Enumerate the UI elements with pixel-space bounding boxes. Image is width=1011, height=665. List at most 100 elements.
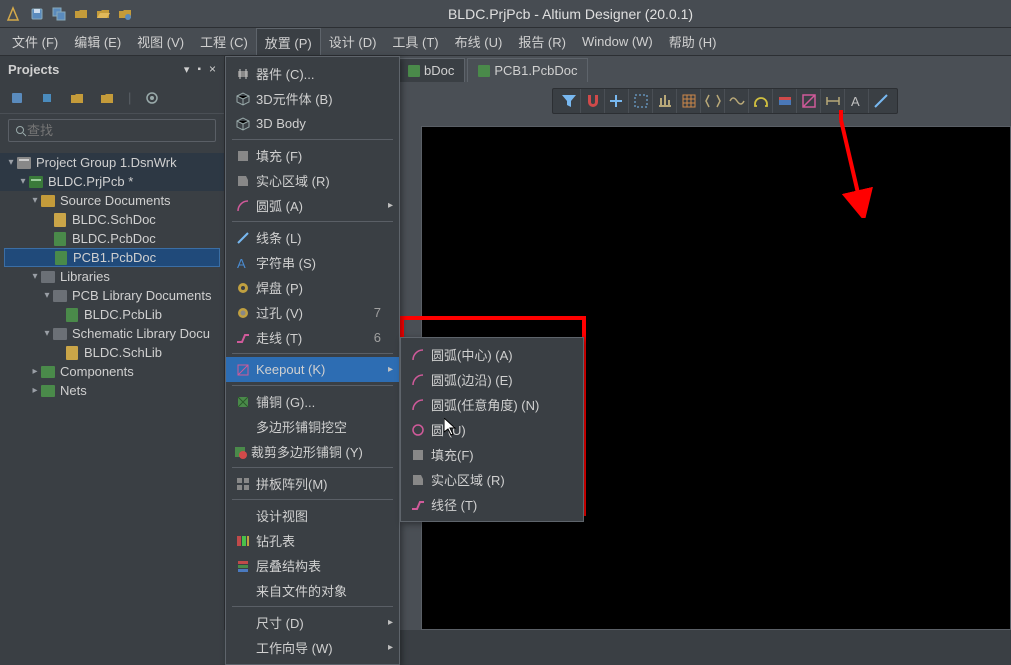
folder1-icon[interactable] <box>68 89 86 107</box>
menu-item[interactable]: 工程 (C) <box>192 28 256 55</box>
menu-item[interactable]: 填充 (F) <box>226 143 399 168</box>
arc-icon <box>407 397 429 413</box>
select-tool-icon[interactable] <box>629 89 653 113</box>
submenu-item[interactable]: 填充(F) <box>401 442 583 467</box>
fill-icon <box>407 447 429 463</box>
menu-item[interactable]: 焊盘 (P) <box>226 275 399 300</box>
tree-row[interactable]: ▾Libraries <box>0 267 224 286</box>
tree-row[interactable]: ▸Nets <box>0 381 224 400</box>
tree-row[interactable]: BLDC.SchDoc <box>0 210 224 229</box>
grid-tool-icon[interactable] <box>677 89 701 113</box>
submenu-item[interactable]: 圆弧(中心) (A) <box>401 342 583 367</box>
tree-row[interactable]: ▾Schematic Library Docu <box>0 324 224 343</box>
tree-row[interactable]: BLDC.SchLib <box>0 343 224 362</box>
menu-item[interactable]: Keepout (K)▸ <box>226 357 399 382</box>
dim-tool-icon[interactable] <box>821 89 845 113</box>
submenu-item[interactable]: 实心区域 (R) <box>401 467 583 492</box>
poly-icon <box>232 394 254 410</box>
pcb-doc-icon <box>408 65 420 77</box>
document-tab[interactable]: bDoc <box>397 58 465 82</box>
menu-item[interactable]: 铺铜 (G)... <box>226 389 399 414</box>
line-icon <box>232 230 254 246</box>
menu-item[interactable]: 来自文件的对象 <box>226 578 399 603</box>
panel-close-icon[interactable]: × <box>209 62 216 76</box>
menu-item[interactable]: 视图 (V) <box>129 28 192 55</box>
pad-icon <box>232 280 254 296</box>
tree-label: Schematic Library Docu <box>72 326 210 341</box>
open-doc-icon[interactable] <box>116 5 134 23</box>
submenu-item[interactable]: 圆 (U) <box>401 417 583 442</box>
fill-icon <box>232 148 254 164</box>
save-all-icon[interactable] <box>50 5 68 23</box>
panel-title: Projects <box>8 62 59 77</box>
line-tool-icon[interactable] <box>869 89 893 113</box>
menu-item[interactable]: 帮助 (H) <box>661 28 725 55</box>
menu-item[interactable]: 文件 (F) <box>4 28 66 55</box>
submenu-item[interactable]: 圆弧(任意角度) (N) <box>401 392 583 417</box>
filter-tool-icon[interactable] <box>557 89 581 113</box>
tree-label: BLDC.SchDoc <box>72 212 156 227</box>
keepout-tool-icon[interactable] <box>797 89 821 113</box>
magnet-tool-icon[interactable] <box>581 89 605 113</box>
menu-item[interactable]: Window (W) <box>574 28 661 55</box>
tree-row[interactable]: ▾Source Documents <box>0 191 224 210</box>
menu-item[interactable]: 放置 (P) <box>256 28 321 55</box>
menu-item[interactable]: 3D元件体 (B) <box>226 86 399 111</box>
tree-label: PCB1.PcbDoc <box>73 250 156 265</box>
document-tab[interactable]: PCB1.PcbDoc <box>467 58 588 82</box>
tree-row[interactable]: ▾Project Group 1.DsnWrk <box>0 153 224 172</box>
menu-item[interactable]: 实心区域 (R) <box>226 168 399 193</box>
tree-row[interactable]: ▸Components <box>0 362 224 381</box>
menu-item[interactable]: 拼板阵列(M) <box>226 471 399 496</box>
menu-item[interactable]: 过孔 (V)7 <box>226 300 399 325</box>
tree-row[interactable]: BLDC.PcbLib <box>0 305 224 324</box>
save-icon[interactable] <box>28 5 46 23</box>
plus-tool-icon[interactable] <box>605 89 629 113</box>
open-project-icon[interactable] <box>94 5 112 23</box>
text-icon: A <box>232 255 254 271</box>
menu-item[interactable]: 设计 (D) <box>321 28 385 55</box>
menu-item[interactable]: 布线 (U) <box>447 28 511 55</box>
menu-item[interactable]: 走线 (T)6 <box>226 325 399 350</box>
menu-item[interactable]: 尺寸 (D)▸ <box>226 610 399 635</box>
region-icon <box>407 472 429 488</box>
arc-icon <box>407 372 429 388</box>
menu-item[interactable]: 层叠结构表 <box>226 553 399 578</box>
menu-item[interactable]: 多边形铺铜挖空 <box>226 414 399 439</box>
menu-item[interactable]: 圆弧 (A)▸ <box>226 193 399 218</box>
flip-tool-icon[interactable] <box>701 89 725 113</box>
menu-item[interactable]: 工具 (T) <box>384 28 446 55</box>
layer-tool-icon[interactable] <box>773 89 797 113</box>
save-project-icon[interactable] <box>8 89 26 107</box>
tree-row[interactable]: ▾BLDC.PrjPcb * <box>0 172 224 191</box>
open-icon[interactable] <box>72 5 90 23</box>
menu-item[interactable]: 设计视图 <box>226 503 399 528</box>
submenu-item[interactable]: 圆弧(边沿) (E) <box>401 367 583 392</box>
settings-icon[interactable] <box>143 89 161 107</box>
menu-item[interactable]: 钻孔表 <box>226 528 399 553</box>
menu-item[interactable]: 器件 (C)... <box>226 61 399 86</box>
menu-item[interactable]: 报告 (R) <box>510 28 574 55</box>
wave-tool-icon[interactable] <box>725 89 749 113</box>
panel-pin-icon[interactable]: ▾ <box>184 63 190 76</box>
via-icon <box>232 305 254 321</box>
menu-item[interactable]: 裁剪多边形铺铜 (Y) <box>226 439 399 464</box>
menu-item[interactable]: 3D Body <box>226 111 399 136</box>
text-tool-icon[interactable]: A <box>845 89 869 113</box>
submenu-item[interactable]: 线径 (T) <box>401 492 583 517</box>
omega-tool-icon[interactable] <box>749 89 773 113</box>
tree-row[interactable]: BLDC.PcbDoc <box>0 229 224 248</box>
menu-item[interactable]: A字符串 (S) <box>226 250 399 275</box>
tree-row[interactable]: ▾PCB Library Documents <box>0 286 224 305</box>
menu-item[interactable]: 线条 (L) <box>226 225 399 250</box>
compile-icon[interactable] <box>38 89 56 107</box>
menu-item[interactable]: 编辑 (E) <box>66 28 129 55</box>
tree-row[interactable]: PCB1.PcbDoc <box>4 248 220 267</box>
align-tool-icon[interactable] <box>653 89 677 113</box>
search-input[interactable] <box>8 119 216 142</box>
panel-dock-icon[interactable]: ▪ <box>197 64 201 75</box>
menu-item[interactable]: 工作向导 (W)▸ <box>226 635 399 660</box>
folder2-icon[interactable] <box>98 89 116 107</box>
tree-label: BLDC.PcbDoc <box>72 231 156 246</box>
window-title: BLDC.PrjPcb - Altium Designer (20.0.1) <box>134 6 1007 22</box>
